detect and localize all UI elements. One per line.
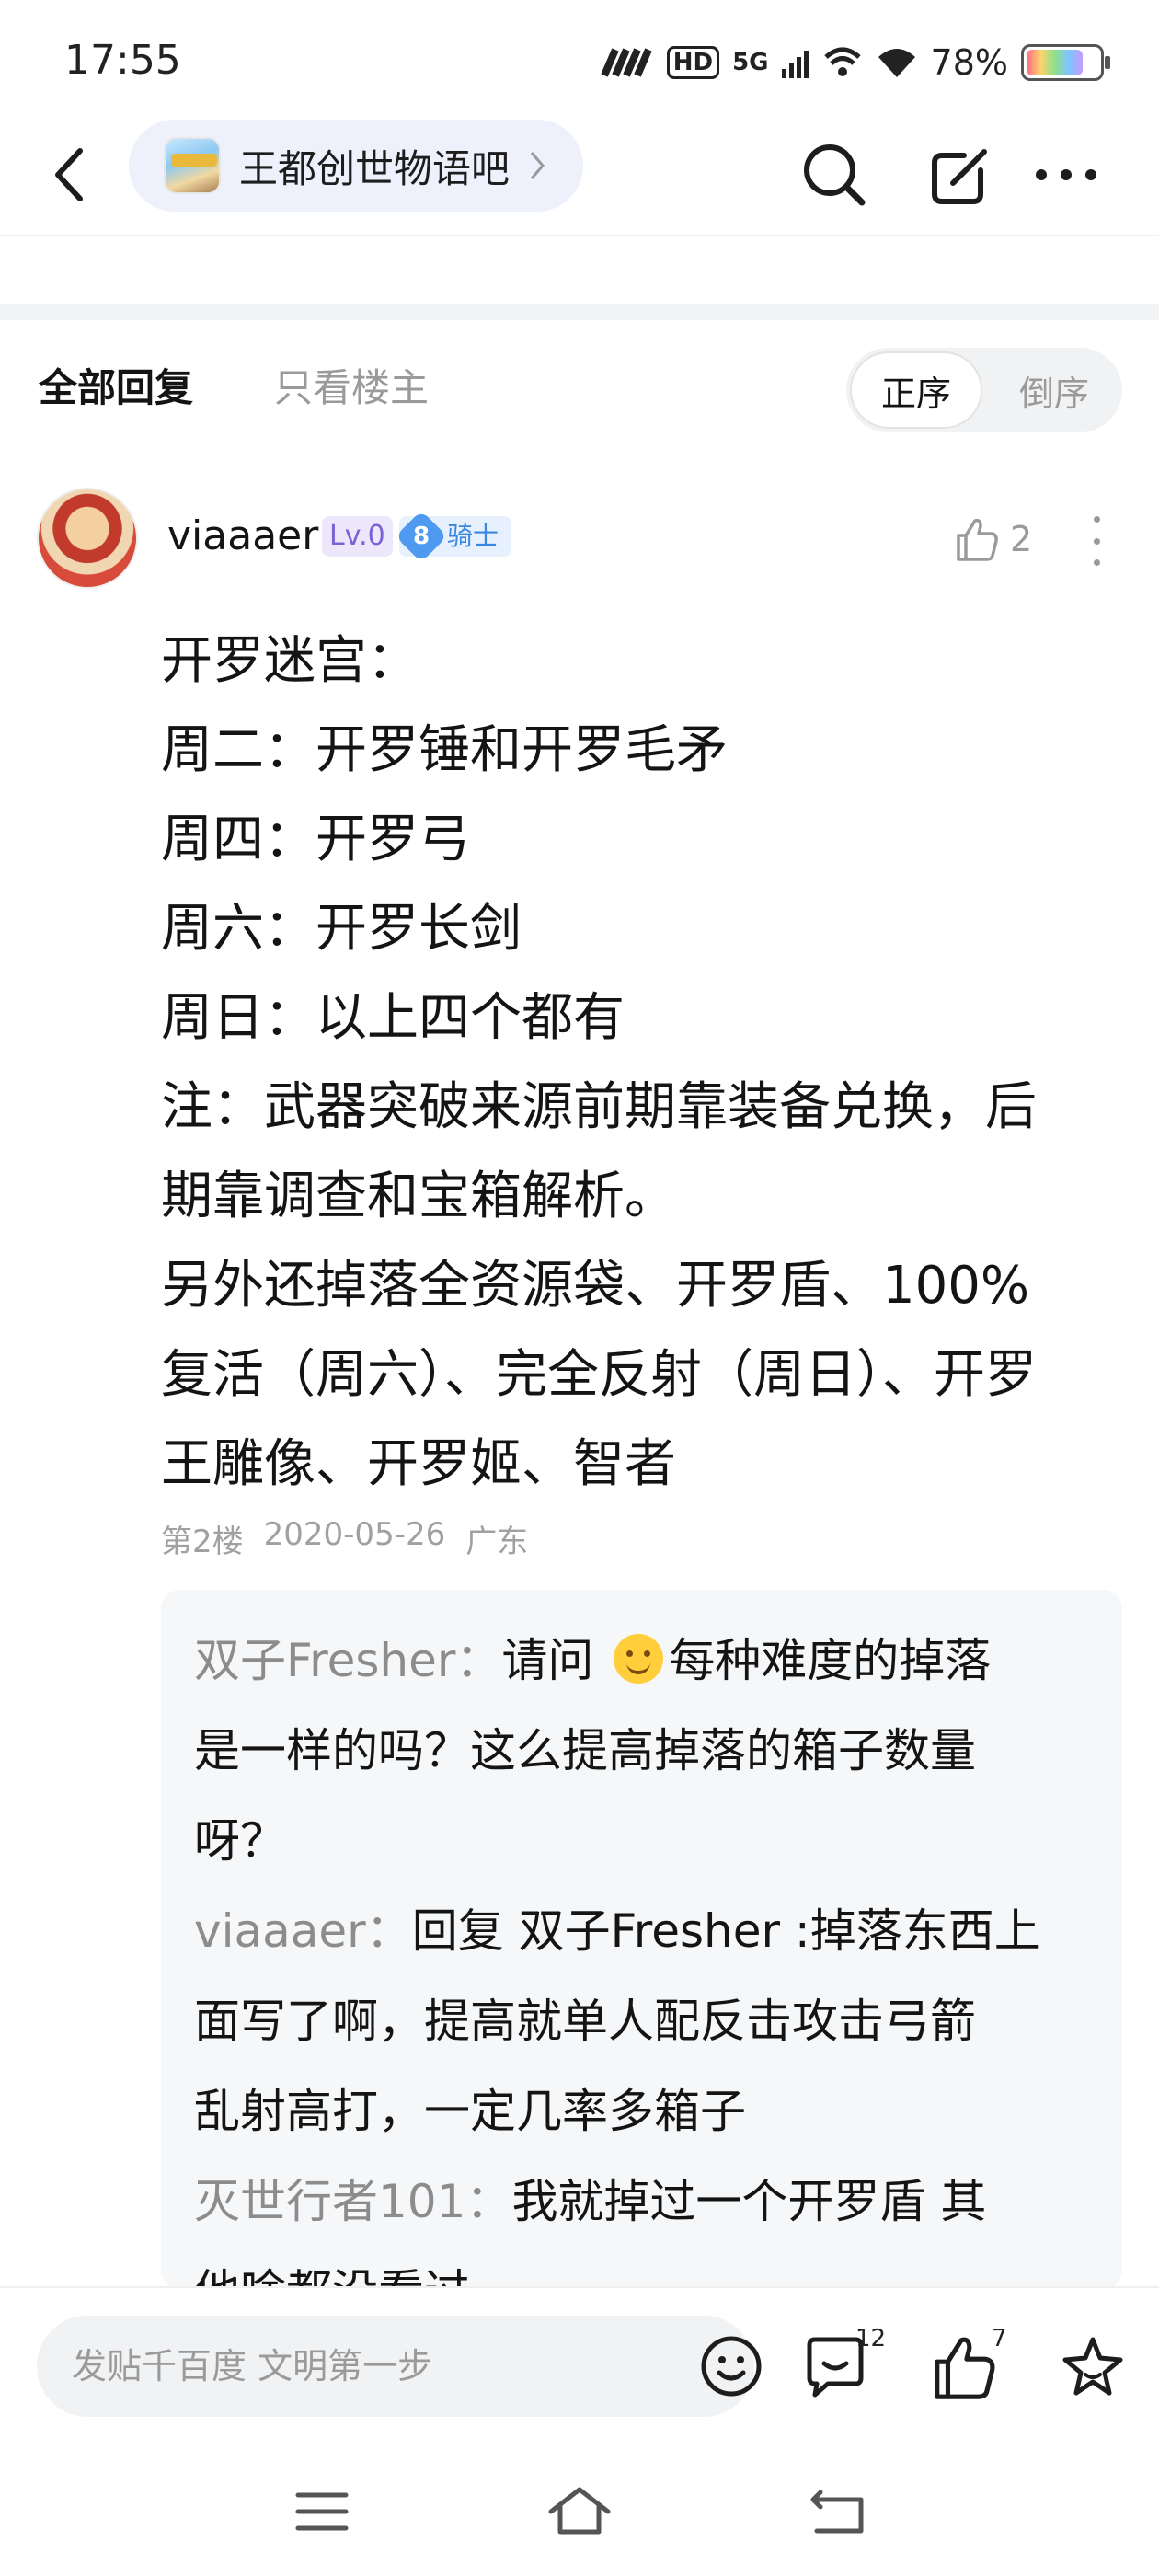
thumbs-up-icon	[957, 518, 998, 561]
system-navigation-bar	[0, 2443, 1159, 2576]
reply-tabs: 全部回复 只看楼主 正序 倒序	[0, 331, 1159, 432]
post-line: 王雕像、开罗姬、智者	[161, 1434, 676, 1494]
star-icon	[1062, 2337, 1123, 2396]
post-line: 复活（周六）、完全反射（周日）、开罗	[161, 1345, 1037, 1405]
user-avatar[interactable]	[37, 488, 138, 589]
post-location: 广东	[465, 1524, 529, 1560]
emoji-picker-icon[interactable]	[699, 2334, 763, 2398]
reply-input[interactable]	[72, 2316, 660, 2417]
level-badge: Lv.0	[322, 516, 393, 557]
sub-replies-box[interactable]: 双子Fresher：请问 每种难度的掉落 是一样的吗？这么提高掉落的箱子数量 呀…	[161, 1590, 1122, 2289]
battery-icon	[1021, 44, 1110, 81]
post-more-icon[interactable]	[1085, 509, 1107, 573]
post-date: 2020-05-26	[263, 1516, 446, 1553]
post-line: 周日：以上四个都有	[161, 988, 625, 1048]
reply-author[interactable]: 灭世行者101：	[194, 2175, 511, 2228]
cell-signal-icon	[781, 51, 809, 78]
wifi-icon	[878, 49, 915, 77]
member-badge: 8 骑士	[395, 510, 512, 563]
signal-bars-icon	[601, 48, 652, 77]
post-content: 开罗迷宫： 周二：开罗锤和开罗毛矛 周四：开罗弓 周六：开罗长剑 周日：以上四个…	[161, 616, 1127, 1509]
chevron-right-icon	[530, 152, 545, 179]
post-like-button[interactable]: 2	[953, 507, 1032, 571]
network-5g-label: 5G	[732, 49, 769, 76]
previous-content-edge	[0, 235, 1159, 299]
forum-avatar	[164, 137, 221, 194]
comment-count: 12	[855, 2325, 887, 2352]
badge-title: 骑士	[447, 521, 499, 551]
badge-diamond-icon: 8	[395, 510, 448, 563]
post-line: 注：武器突破来源前期靠装备兑换，后	[161, 1077, 1037, 1137]
sort-descending-button[interactable]: 倒序	[990, 351, 1119, 429]
post-line: 开罗迷宫：	[161, 631, 419, 691]
floor-number: 第2楼	[161, 1524, 244, 1560]
bottom-action-bar: 12 7	[0, 2286, 1159, 2443]
compose-button[interactable]	[920, 129, 1003, 221]
system-back-button[interactable]	[796, 2479, 878, 2544]
forum-name: 王都创世物语吧	[239, 145, 511, 191]
post-meta: 第2楼 2020-05-26 广东	[161, 1516, 528, 1561]
menu-button[interactable]	[281, 2479, 363, 2544]
post-line: 周四：开罗弓	[161, 810, 470, 869]
sub-reply-continued: 他啥都没看过	[194, 2247, 1089, 2289]
reply-text: 每种难度的掉落	[669, 1634, 992, 1687]
post-line: 周二：开罗锤和开罗毛矛	[161, 720, 728, 780]
post-line: 期靠调查和宝箱解析。	[161, 1167, 676, 1226]
status-bar: 17:55 HD 5G 78%	[0, 0, 1159, 120]
home-icon	[548, 2487, 611, 2535]
sort-ascending-button[interactable]: 正序	[850, 351, 982, 429]
forum-entry-pill[interactable]: 王都创世物语吧	[129, 120, 584, 212]
sub-reply-continued: 呀？	[194, 1814, 286, 1868]
back-button[interactable]	[37, 129, 101, 221]
search-button[interactable]	[793, 129, 876, 221]
thumbs-up-icon	[935, 2337, 995, 2399]
favorite-button[interactable]	[1049, 2323, 1137, 2411]
sub-reply-continued: 面写了啊，提高就单人配反击攻击弓箭	[194, 1995, 976, 2048]
top-nav-bar: 王都创世物语吧	[0, 120, 1159, 239]
status-icons: HD 5G 78%	[601, 35, 1110, 90]
hd-label: HD	[666, 46, 720, 79]
reply-author[interactable]: viaaaer：	[194, 1904, 412, 1958]
sub-reply[interactable]: viaaaer：回复 双子Fresher :掉落东西上	[194, 1886, 1089, 1976]
tab-all-replies[interactable]: 全部回复	[39, 357, 193, 413]
wifi-small-icon	[823, 47, 861, 76]
post-header: viaaaer Lv.0 8 骑士 2	[0, 483, 1159, 593]
badge-number: 8	[412, 523, 430, 550]
username[interactable]: viaaaer	[167, 512, 318, 559]
like-count: 7	[992, 2325, 1007, 2352]
reply-author[interactable]: 双子Fresher：	[194, 1634, 501, 1687]
post-like-count: 2	[1010, 519, 1033, 559]
comments-button[interactable]: 12	[791, 2323, 886, 2411]
battery-percent: 78%	[930, 42, 1008, 83]
back-icon	[810, 2490, 864, 2534]
section-divider	[0, 304, 1159, 320]
sort-toggle: 正序 倒序	[846, 348, 1122, 432]
like-button[interactable]: 7	[920, 2323, 1008, 2411]
menu-icon	[295, 2492, 349, 2531]
smile-emoji-icon	[614, 1634, 664, 1684]
back-arrow-icon	[55, 148, 83, 201]
compose-icon	[932, 149, 987, 204]
search-icon	[804, 144, 866, 206]
reply-text: 请问	[501, 1634, 609, 1687]
more-button[interactable]	[1025, 129, 1107, 221]
post-line: 周六：开罗长剑	[161, 899, 522, 959]
post-line: 另外还掉落全资源袋、开罗盾、100%	[161, 1256, 1030, 1316]
status-time: 17:55	[64, 37, 181, 84]
sub-reply[interactable]: 灭世行者101：我就掉过一个开罗盾 其	[194, 2156, 1089, 2247]
battery-fill	[1027, 50, 1083, 75]
sub-reply-continued: 乱射高打，一定几率多箱子	[194, 2085, 746, 2138]
tab-owner-only[interactable]: 只看楼主	[274, 357, 429, 413]
reply-input-pill[interactable]	[37, 2316, 762, 2417]
sub-reply-continued: 是一样的吗？这么提高掉落的箱子数量	[194, 1724, 976, 1777]
reply-text: 我就掉过一个开罗盾 其	[511, 2175, 987, 2228]
home-button[interactable]	[538, 2479, 621, 2544]
more-icon	[1036, 169, 1096, 180]
sub-reply[interactable]: 双子Fresher：请问 每种难度的掉落	[194, 1616, 1089, 1706]
reply-text: 回复 双子Fresher :掉落东西上	[411, 1904, 1040, 1958]
